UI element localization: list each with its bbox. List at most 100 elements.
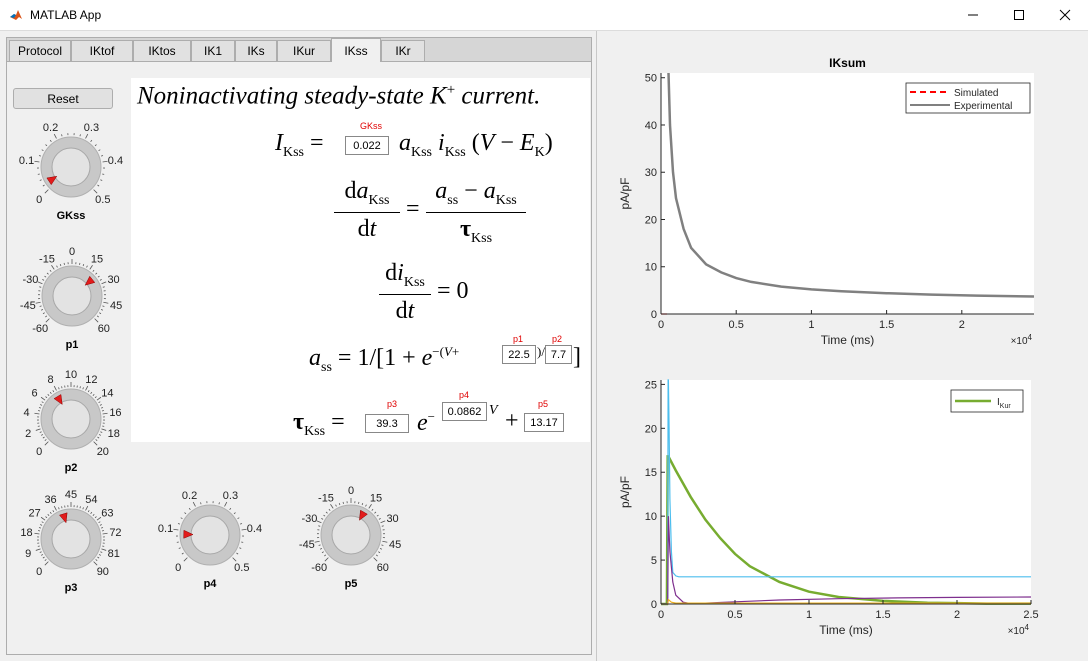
y-tick-label: 5 [651, 555, 657, 567]
knob-minor-tick [236, 552, 239, 555]
knob-tick-label: 8 [48, 374, 54, 386]
close-button[interactable] [1042, 0, 1088, 30]
knob-dial[interactable] [51, 519, 91, 559]
maximize-button[interactable] [996, 0, 1042, 30]
knob-minor-tick [99, 312, 102, 315]
knob-minor-tick [45, 516, 48, 519]
x-tick-label: 1.5 [879, 319, 894, 331]
knob-minor-tick [58, 387, 60, 390]
knob-minor-tick [42, 312, 45, 315]
knob-tick-label: 18 [108, 428, 120, 440]
knob-tick-label: 14 [101, 388, 113, 400]
x-tick-label: 1 [806, 609, 812, 621]
knob-major-tick [103, 301, 109, 304]
knob-minor-tick [47, 393, 50, 396]
knob-minor-tick [375, 554, 378, 557]
knob-minor-tick [321, 551, 324, 554]
knob-p1[interactable]: -60 -45 -30-15 0 15 30 4560 p1 [20, 246, 122, 351]
x-tick-label: 2 [954, 609, 960, 621]
legend-entry: Experimental [954, 101, 1012, 112]
y-axis-label: pA/pF [618, 177, 632, 209]
knob-minor-tick [42, 556, 45, 559]
knob-dial[interactable] [52, 276, 92, 316]
knob-minor-tick [328, 508, 331, 511]
knob-label: p1 [66, 339, 79, 351]
knob-major-tick [93, 189, 98, 194]
y-tick-label: 40 [645, 120, 657, 132]
x-tick-label: 2 [959, 319, 965, 331]
knob-minor-tick [97, 275, 100, 278]
knob-minor-tick [56, 265, 58, 268]
knob-tick-label: 10 [65, 369, 77, 381]
knob-p4[interactable]: 0 0.1 0.2 0.3 0.4 0.5 p4 [158, 490, 262, 590]
knob-major-tick [85, 505, 89, 511]
knob-minor-tick [378, 518, 381, 520]
knob-minor-tick [378, 551, 381, 554]
knob-minor-tick [40, 309, 44, 311]
iksum-chart: IKsum0 0.5 1 1.5 201020304050Time (ms)pA/pF×… [618, 56, 1035, 347]
knob-minor-tick [94, 396, 97, 399]
knob-minor-tick [61, 386, 63, 389]
knob-minor-tick [319, 548, 323, 550]
y-tick-label: 20 [645, 423, 657, 435]
knob-dial[interactable] [51, 399, 91, 439]
knob-minor-tick [41, 554, 44, 556]
knob-minor-tick [374, 511, 377, 514]
knob-minor-tick [371, 508, 374, 511]
knob-tick-label: -60 [32, 323, 48, 335]
knob-minor-tick [379, 548, 383, 550]
knob-minor-tick [49, 269, 52, 272]
knob-minor-tick [361, 502, 364, 506]
x-tick-label: 2.5 [1023, 609, 1038, 621]
knob-minor-tick [99, 279, 102, 281]
knob-minor-tick [44, 559, 47, 561]
plot-area [661, 380, 1031, 604]
minimize-button[interactable] [950, 0, 996, 30]
knob-minor-tick [180, 517, 183, 520]
knob-tick-label: 12 [85, 374, 97, 386]
knob-p5[interactable]: -60 -45 -30-15 0 15 30 4560 p5 [299, 485, 401, 590]
knob-minor-tick [41, 401, 44, 404]
knob-p2[interactable]: 02 468 10 12 14 16 18 20 p2 [23, 369, 121, 474]
knob-minor-tick [381, 544, 384, 546]
knob-gkss[interactable]: 0 0.1 0.2 0.3 0.4 0.5 GKss [19, 122, 123, 222]
knob-dial[interactable] [51, 147, 91, 187]
knob-minor-tick [94, 516, 97, 519]
x-tick-label: 0.5 [729, 319, 744, 331]
x-tick-label: 0 [658, 319, 664, 331]
knob-major-tick [53, 133, 57, 139]
knob-dial[interactable] [331, 515, 371, 555]
knob-p3[interactable]: 09 18 27 36 45 54 63 72 81 90 p3 [20, 489, 121, 594]
knob-label: GKss [57, 210, 86, 222]
knob-tick-label: 54 [85, 494, 97, 506]
knob-tick-label: 36 [44, 494, 56, 506]
knob-major-tick [101, 548, 107, 551]
knob-minor-tick [325, 511, 328, 514]
knob-tick-label: 0.2 [182, 490, 197, 502]
knob-major-tick [330, 504, 334, 509]
knob-tick-label: 15 [91, 254, 103, 266]
knob-minor-tick [237, 517, 240, 520]
knob-tick-label: 2 [25, 428, 31, 440]
knob-tick-label: 0 [348, 485, 354, 497]
minimize-icon [968, 14, 978, 16]
knob-minor-tick [47, 513, 50, 516]
knob-minor-tick [324, 554, 327, 557]
knob-major-tick [102, 532, 108, 535]
knob-major-tick [241, 528, 247, 531]
knob-minor-tick [100, 407, 104, 409]
knob-minor-tick [42, 279, 45, 281]
knob-minor-tick [98, 521, 101, 524]
knob-minor-tick [82, 387, 84, 390]
knob-minor-tick [100, 179, 103, 181]
knob-minor-tick [49, 139, 52, 142]
knob-dial[interactable] [190, 515, 230, 555]
knob-minor-tick [318, 544, 321, 546]
knob-tick-label: -30 [301, 513, 317, 525]
knob-label: p2 [65, 462, 78, 474]
x-exponent-power: 4 [1025, 623, 1030, 632]
x-tick-label: 1 [808, 319, 814, 331]
x-tick-label: 1.5 [875, 609, 890, 621]
knob-minor-tick [338, 502, 341, 506]
knob-tick-label: 0 [36, 566, 42, 578]
